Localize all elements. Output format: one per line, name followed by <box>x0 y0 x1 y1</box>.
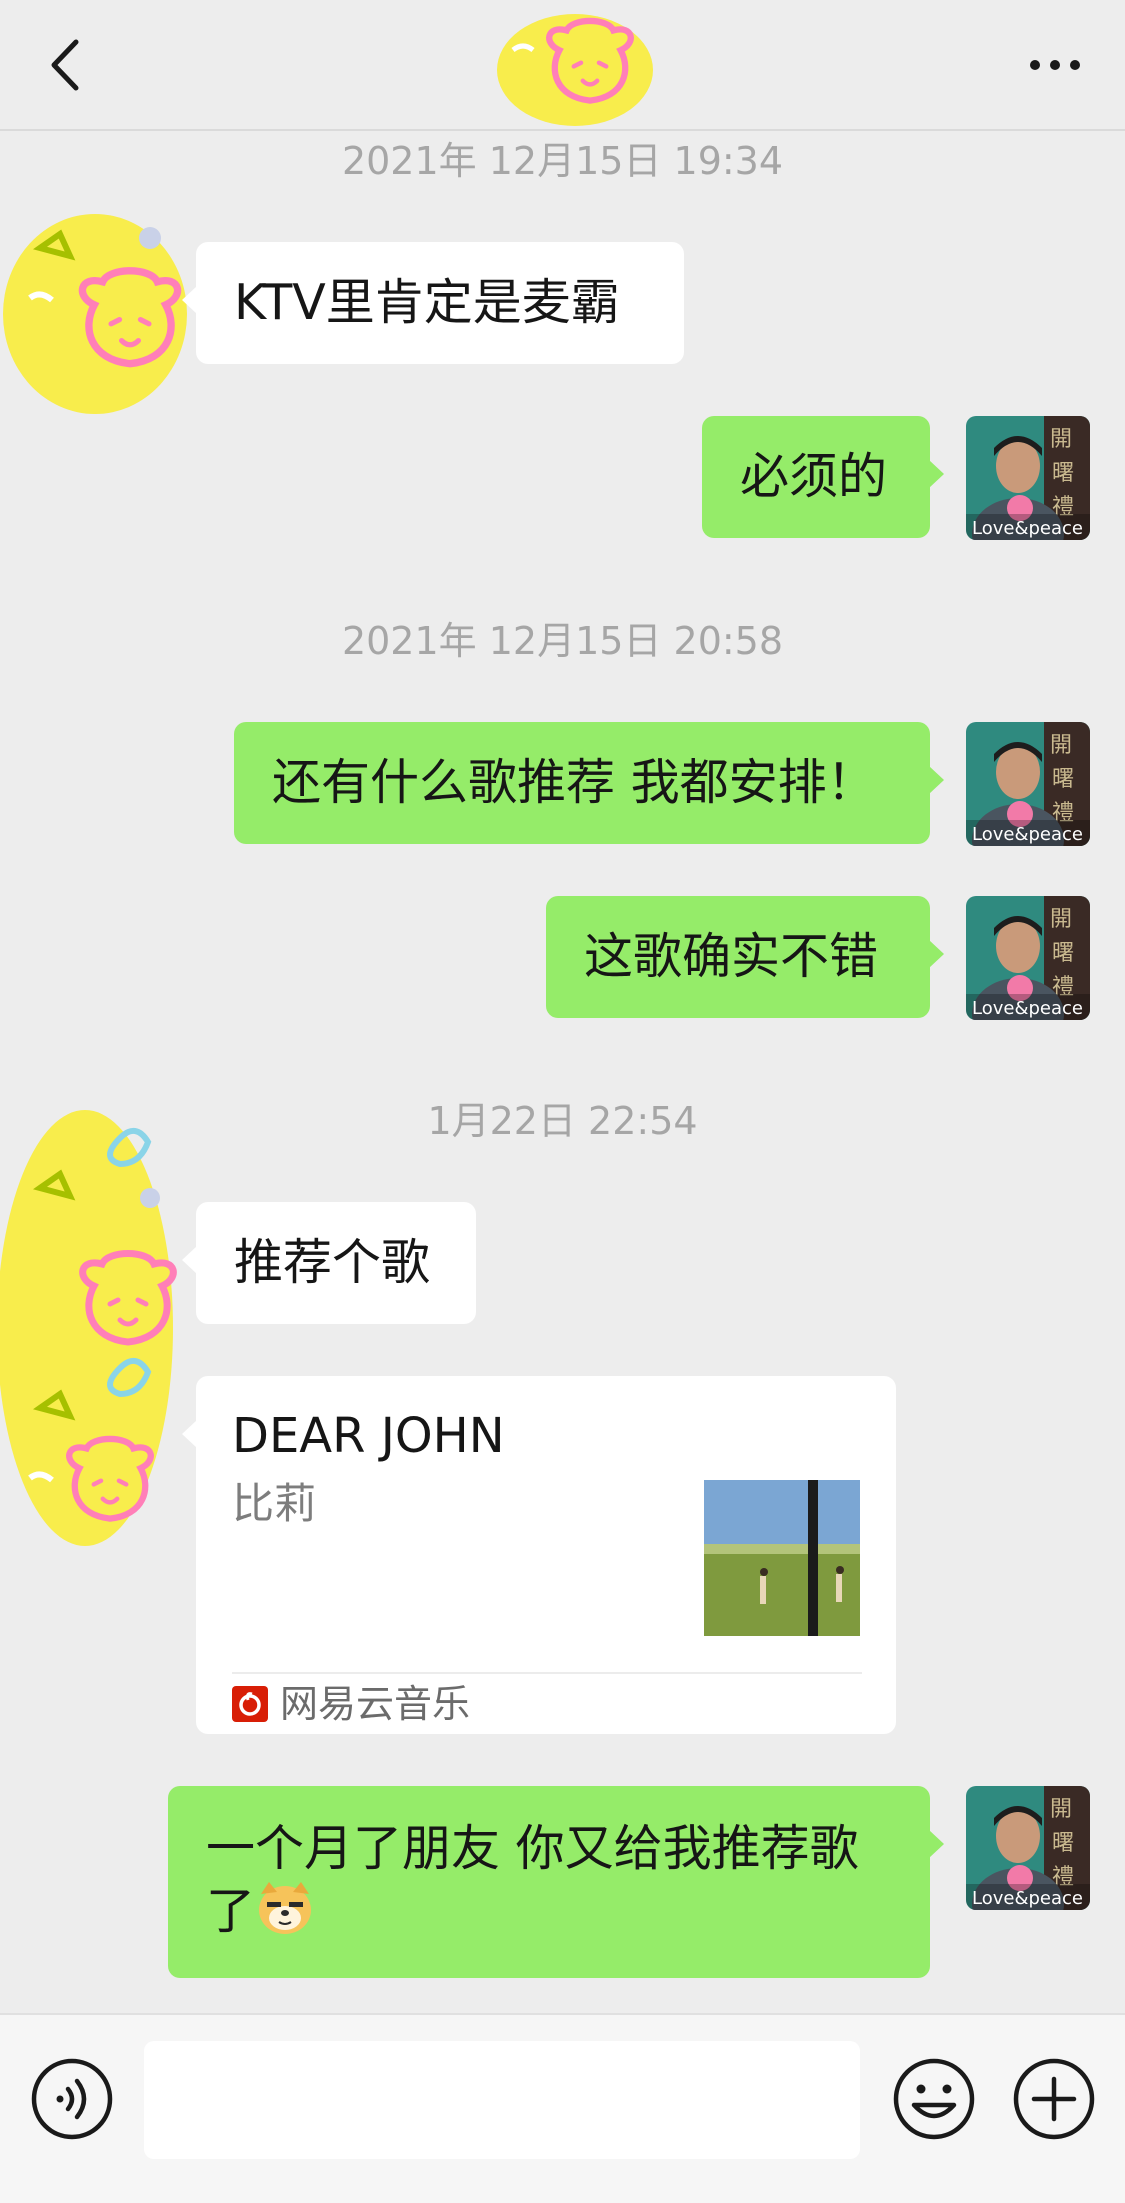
chat-header <box>0 0 1125 131</box>
voice-icon <box>31 2058 113 2140</box>
avatar-caption: Love&peace <box>972 824 1083 845</box>
more-horizontal-icon <box>1030 60 1080 70</box>
message-bubble-outgoing[interactable]: 还有什么歌推荐 我都安排！ <box>234 722 944 844</box>
self-avatar[interactable]: Love&peace <box>966 416 1090 540</box>
message-bubble-incoming[interactable]: KTV里肯定是麦霸 <box>182 242 684 364</box>
timestamp: 2021年 12月15日 20:58 <box>341 619 784 663</box>
avatar-caption: Love&peace <box>972 1888 1083 1909</box>
song-artist: 比莉 <box>232 1479 317 1528</box>
more-options-button[interactable] <box>1025 40 1085 90</box>
emoji-icon <box>893 2058 975 2140</box>
emoji-button[interactable] <box>890 2055 978 2143</box>
self-avatar[interactable]: Love&peace <box>966 1786 1090 1910</box>
message-bubble-outgoing[interactable]: 这歌确实不错 <box>546 896 944 1018</box>
plus-icon <box>1013 2058 1095 2140</box>
timestamp: 2021年 12月15日 19:34 <box>341 139 784 183</box>
music-source-label: 网易云音乐 <box>280 1682 471 1726</box>
chevron-left-icon <box>51 39 79 91</box>
card-divider <box>232 1672 862 1674</box>
song-title: DEAR JOHN <box>232 1408 505 1464</box>
netease-music-icon <box>232 1686 268 1722</box>
contact-avatar[interactable] <box>0 208 190 420</box>
message-input[interactable] <box>144 2041 860 2159</box>
message-bubble-outgoing[interactable]: 一个月了朋友 你又给我推荐歌了 <box>168 1786 944 1978</box>
chat-partner-sticker <box>495 10 655 128</box>
message-bubble-outgoing[interactable]: 必须的 <box>702 416 944 538</box>
doge-emoji-icon <box>255 1880 315 1936</box>
music-share-card[interactable]: DEAR JOHN 比莉 网易云音乐 <box>182 1376 896 1734</box>
voice-button[interactable] <box>30 2057 114 2141</box>
self-avatar[interactable]: Love&peace <box>966 896 1090 1020</box>
back-button[interactable] <box>40 30 90 100</box>
contact-avatar[interactable] <box>0 1108 190 1548</box>
avatar-caption: Love&peace <box>972 518 1083 539</box>
chat-input-bar <box>0 2013 1125 2203</box>
avatar-caption: Love&peace <box>972 998 1083 1019</box>
more-features-button[interactable] <box>1010 2055 1098 2143</box>
self-avatar[interactable]: Love&peace <box>966 722 1090 846</box>
album-cover <box>704 1480 860 1636</box>
message-bubble-incoming[interactable]: 推荐个歌 <box>182 1202 476 1324</box>
